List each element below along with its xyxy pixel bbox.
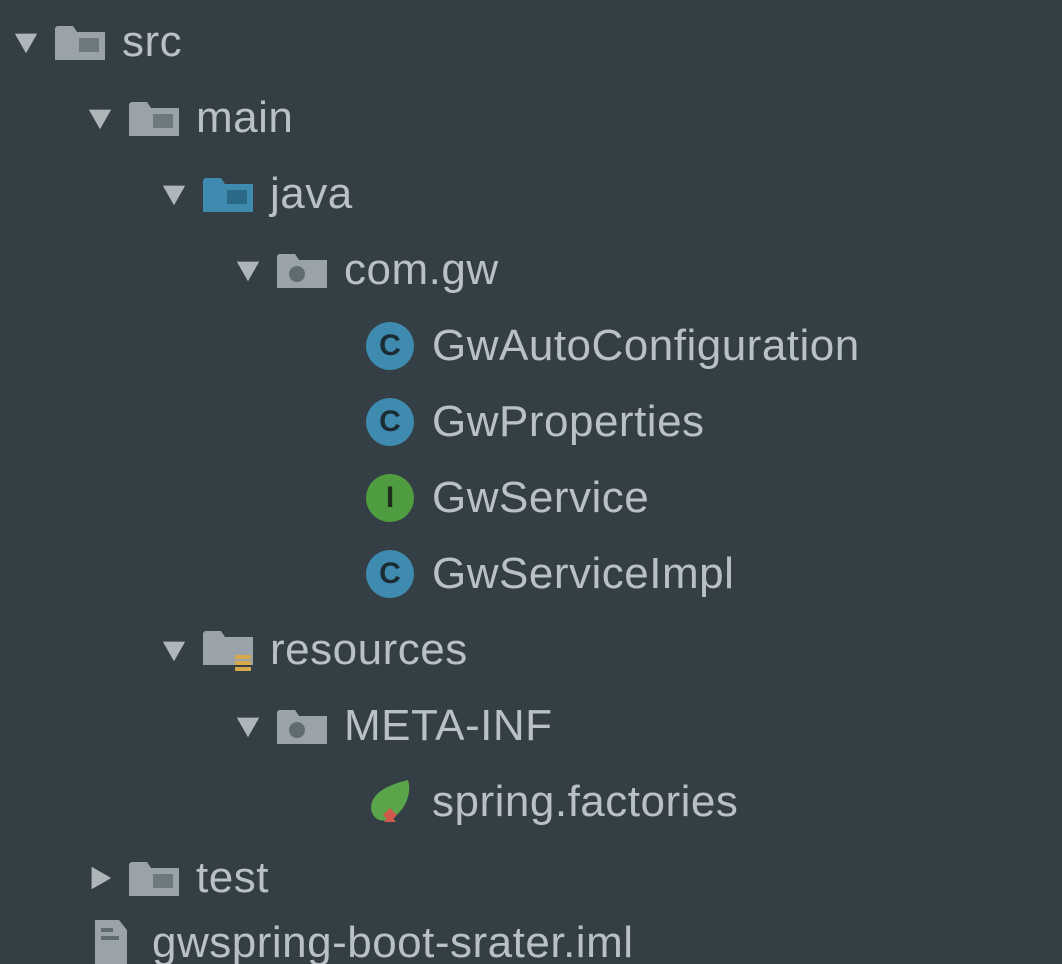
- file-label: spring.factories: [432, 777, 738, 827]
- chevron-down-icon[interactable]: [156, 176, 192, 212]
- tree-row-resources[interactable]: resources: [0, 612, 1062, 688]
- folder-label: resources: [270, 625, 468, 675]
- chevron-down-icon[interactable]: [8, 24, 44, 60]
- interface-icon: I: [362, 470, 418, 526]
- folder-icon: [126, 90, 182, 146]
- tree-row-src[interactable]: src: [0, 4, 1062, 80]
- chevron-down-icon[interactable]: [156, 632, 192, 668]
- class-icon: C: [362, 394, 418, 450]
- folder-label: java: [270, 169, 353, 219]
- tree-row-spring-factories[interactable]: spring.factories: [0, 764, 1062, 840]
- chevron-right-icon[interactable]: [82, 860, 118, 896]
- folder-label: test: [196, 853, 269, 903]
- class-label: GwServiceImpl: [432, 549, 734, 599]
- file-label: gwspring-boot-srater.iml: [152, 918, 634, 964]
- tree-row-class[interactable]: C GwProperties: [0, 384, 1062, 460]
- package-icon: [274, 698, 330, 754]
- chevron-down-icon[interactable]: [82, 100, 118, 136]
- spring-icon: [362, 774, 418, 830]
- class-label: GwAutoConfiguration: [432, 321, 860, 371]
- tree-row-iml[interactable]: gwspring-boot-srater.iml: [0, 916, 1062, 964]
- tree-row-test[interactable]: test: [0, 840, 1062, 916]
- tree-row-interface[interactable]: I GwService: [0, 460, 1062, 536]
- class-icon: C: [362, 546, 418, 602]
- folder-label: META-INF: [344, 701, 553, 751]
- class-icon: C: [362, 318, 418, 374]
- package-icon: [274, 242, 330, 298]
- chevron-down-icon[interactable]: [230, 252, 266, 288]
- folder-label: main: [196, 93, 293, 143]
- tree-row-class[interactable]: C GwAutoConfiguration: [0, 308, 1062, 384]
- interface-label: GwService: [432, 473, 649, 523]
- tree-row-class[interactable]: C GwServiceImpl: [0, 536, 1062, 612]
- tree-row-metainf[interactable]: META-INF: [0, 688, 1062, 764]
- tree-row-java[interactable]: java: [0, 156, 1062, 232]
- tree-row-package[interactable]: com.gw: [0, 232, 1062, 308]
- resources-folder-icon: [200, 622, 256, 678]
- package-label: com.gw: [344, 245, 499, 295]
- class-label: GwProperties: [432, 397, 705, 447]
- folder-label: src: [122, 17, 182, 67]
- chevron-down-icon[interactable]: [230, 708, 266, 744]
- iml-file-icon: [82, 918, 138, 964]
- folder-icon: [126, 850, 182, 906]
- source-folder-icon: [200, 166, 256, 222]
- tree-row-main[interactable]: main: [0, 80, 1062, 156]
- folder-icon: [52, 14, 108, 70]
